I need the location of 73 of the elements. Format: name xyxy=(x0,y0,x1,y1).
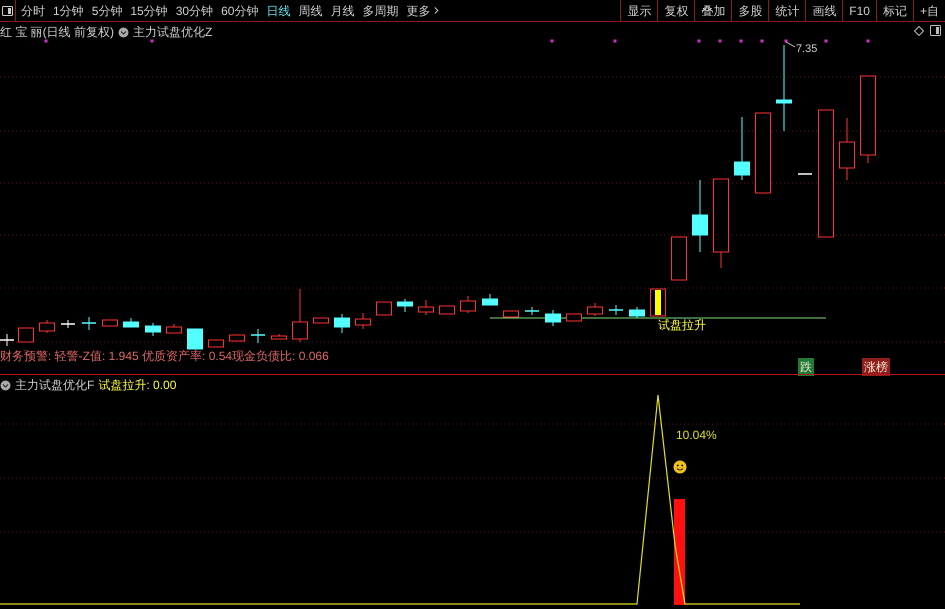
high-price-label: 7.35 xyxy=(796,42,818,57)
candlestick xyxy=(587,302,603,316)
period-tab[interactable]: 1分钟 xyxy=(53,2,84,20)
candlestick xyxy=(208,340,224,348)
candlestick xyxy=(650,288,666,316)
candlestick xyxy=(566,314,582,322)
candlestick xyxy=(39,320,55,334)
period-tab[interactable]: 分时 xyxy=(21,2,45,20)
candlestick xyxy=(839,118,855,180)
toolbar-button[interactable]: F10 xyxy=(842,0,876,21)
candlestick xyxy=(609,304,623,316)
period-tab[interactable]: 30分钟 xyxy=(176,2,214,20)
candlestick xyxy=(123,318,139,328)
candlestick xyxy=(798,173,812,175)
candlestick xyxy=(418,300,434,316)
indicator-name: 主力试盘优化F xyxy=(15,377,94,394)
expand-icon[interactable] xyxy=(0,380,11,390)
candlestick xyxy=(166,324,182,334)
finance-warning-text: 财务预警: 轻警-Z值: 1.945 优质资产率: 0.54现金负债比: 0.066 xyxy=(0,348,329,365)
signal-badge: 跌 xyxy=(798,358,814,376)
candlestick xyxy=(439,306,455,314)
period-tab[interactable]: 周线 xyxy=(298,2,322,20)
candlestick xyxy=(482,294,498,306)
indicator-value: 试盘拉升: 0.00 xyxy=(98,377,176,394)
toolbar-button[interactable]: 叠加 xyxy=(694,0,732,21)
candlestick xyxy=(334,314,350,334)
smiley-icon xyxy=(673,460,687,474)
period-tab[interactable]: 5分钟 xyxy=(92,2,122,20)
candlestick xyxy=(671,236,687,280)
candlestick xyxy=(460,296,476,314)
candlestick xyxy=(545,310,561,326)
period-tab[interactable]: 多周期 xyxy=(362,2,398,20)
period-tab[interactable]: 月线 xyxy=(330,2,354,20)
candlestick xyxy=(503,310,519,318)
toolbar-button[interactable]: +自 xyxy=(912,0,945,21)
candlestick xyxy=(18,328,34,342)
signal-badge: 涨榜 xyxy=(862,358,890,376)
candlestick xyxy=(734,116,750,180)
more-button[interactable]: 更多 xyxy=(406,2,442,20)
toolbar-button[interactable]: 显示 xyxy=(620,0,658,21)
signal-label: 试盘拉升 xyxy=(658,317,706,334)
diamond-icon[interactable] xyxy=(914,26,924,36)
candlestick xyxy=(145,322,161,336)
candlestick xyxy=(271,334,287,340)
candlestick xyxy=(0,334,14,346)
candlestick xyxy=(629,306,645,318)
peak-value-label: 10.04% xyxy=(676,427,717,444)
candlestick xyxy=(313,318,329,324)
candlestick xyxy=(102,320,118,326)
stock-title: 红 宝 丽(日线 前复权) xyxy=(0,24,114,41)
candlestick xyxy=(397,298,413,312)
candlestick xyxy=(187,328,203,350)
expand-icon[interactable] xyxy=(118,26,129,38)
candlestick xyxy=(229,334,245,342)
candlestick xyxy=(251,328,265,344)
toolbar-button[interactable]: 统计 xyxy=(768,0,806,21)
candlestick xyxy=(61,320,75,328)
toolbar-button[interactable]: 多股 xyxy=(731,0,768,21)
candlestick xyxy=(292,288,308,342)
panel-toggle-icon[interactable] xyxy=(2,6,13,16)
toolbar-button[interactable]: 画线 xyxy=(805,0,842,21)
candlestick xyxy=(82,316,96,330)
period-tab[interactable]: 60分钟 xyxy=(221,2,258,20)
candlestick xyxy=(355,312,371,330)
candlestick xyxy=(376,302,392,316)
period-tab[interactable]: 日线 xyxy=(266,2,290,20)
period-tab[interactable]: 15分钟 xyxy=(130,2,168,20)
panel-toggle-icon[interactable] xyxy=(930,25,941,36)
toolbar-button[interactable]: 标记 xyxy=(876,0,913,21)
leader-line xyxy=(786,42,796,48)
toolbar-button[interactable]: 复权 xyxy=(657,0,694,21)
indicator-name: 主力试盘优化Z xyxy=(133,24,212,41)
candlestick xyxy=(525,306,539,316)
